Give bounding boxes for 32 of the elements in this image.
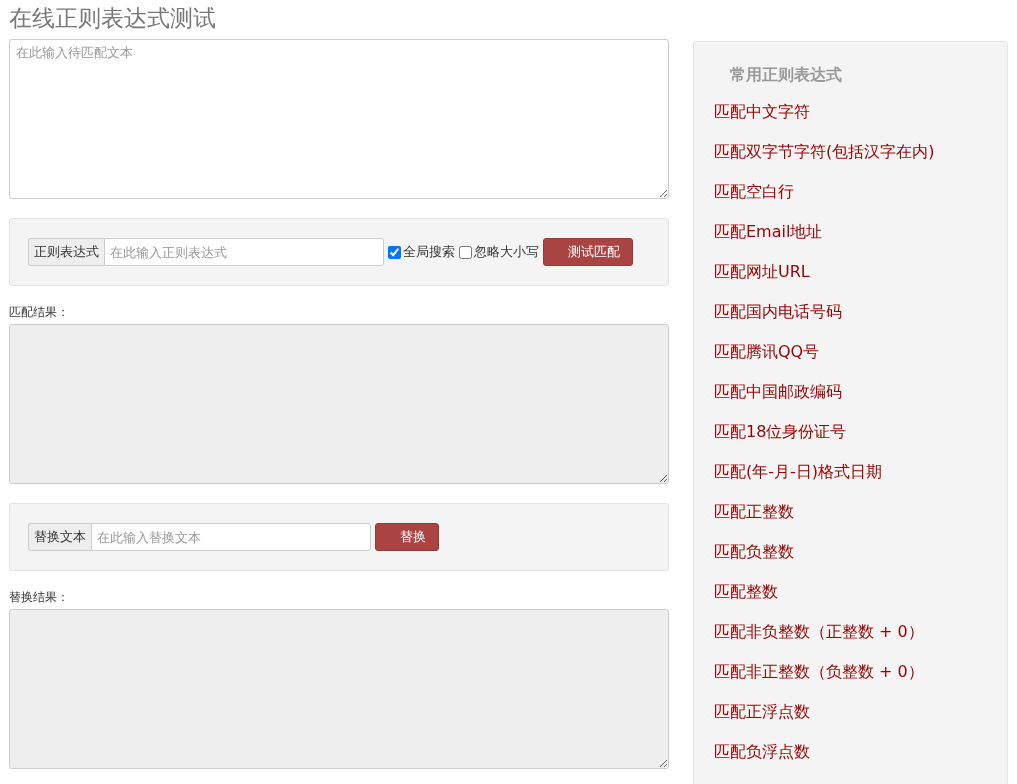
replace-button[interactable]: 替换 — [375, 523, 439, 551]
option-checkbox[interactable] — [459, 245, 472, 259]
match-result-label: 匹配结果： — [9, 304, 70, 320]
option-checkbox[interactable] — [388, 245, 401, 259]
regex-link[interactable]: 匹配非负整数（正整数 + 0） — [714, 622, 1007, 642]
test-match-button[interactable]: 测试匹配 — [543, 238, 633, 266]
replace-result-label: 替换结果： — [9, 589, 70, 605]
option-label: 忽略大小写 — [474, 243, 539, 261]
source-text-field[interactable]: 在此输入待匹配文本 — [9, 39, 669, 199]
regex-link[interactable]: 匹配国内电话号码 — [714, 302, 1007, 322]
sidebar-title: 常用正则表达式 — [730, 64, 843, 86]
regex-link[interactable]: 匹配网址URL — [714, 262, 1007, 282]
regex-link[interactable]: 匹配中文字符 — [714, 102, 1007, 122]
regex-addon-label: 正则表达式 — [28, 238, 104, 266]
regex-link[interactable]: 匹配双字节字符(包括汉字在内) — [714, 142, 1007, 162]
replace-input-field[interactable]: 在此输入替换文本 — [91, 523, 371, 551]
regex-link[interactable]: 匹配(年-月-日)格式日期 — [714, 462, 1007, 482]
regex-link[interactable]: 匹配腾讯QQ号 — [714, 342, 1007, 362]
option-label: 全局搜索 — [403, 243, 455, 261]
regex-link[interactable]: 匹配正整数 — [714, 502, 1007, 522]
regex-link[interactable]: 匹配中国邮政编码 — [714, 382, 1007, 402]
page-title: 在线正则表达式测试 — [9, 4, 217, 33]
replace-addon-label: 替换文本 — [28, 523, 91, 551]
regex-link[interactable]: 匹配整数 — [714, 582, 1007, 602]
regex-link[interactable]: 匹配负整数 — [714, 542, 1007, 562]
regex-link[interactable]: 匹配负浮点数 — [714, 742, 1007, 762]
regex-link[interactable]: 匹配空白行 — [714, 182, 1007, 202]
regex-link[interactable]: 匹配Email地址 — [714, 222, 1007, 242]
regex-input-field[interactable]: 在此输入正则表达式 — [104, 238, 384, 266]
regex-link[interactable]: 匹配非正整数（负整数 + 0） — [714, 662, 1007, 682]
regex-link[interactable]: 匹配18位身份证号 — [714, 422, 1007, 442]
regex-link[interactable]: 匹配正浮点数 — [714, 702, 1007, 722]
